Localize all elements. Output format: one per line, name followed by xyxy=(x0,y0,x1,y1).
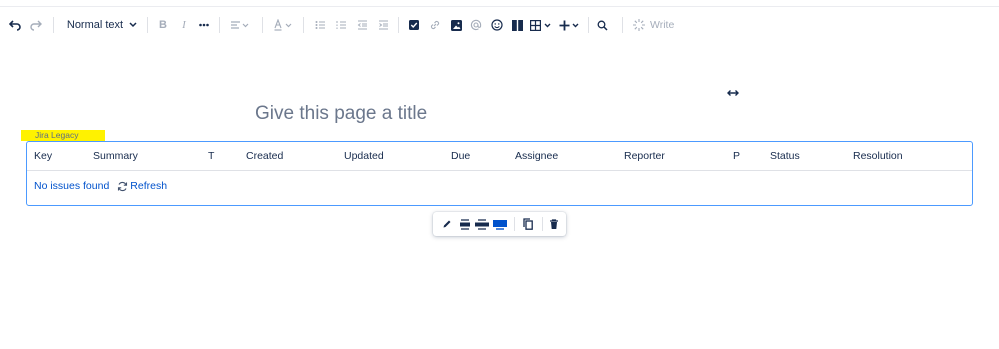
toolbar-separator xyxy=(622,17,623,33)
mention-icon[interactable] xyxy=(469,14,483,36)
expand-width-icon[interactable] xyxy=(725,86,741,98)
edit-icon[interactable] xyxy=(439,216,455,232)
layout-icon[interactable] xyxy=(510,14,524,36)
text-color-icon[interactable] xyxy=(272,14,294,36)
page-title-input[interactable]: Give this page a title xyxy=(255,103,427,125)
delete-icon[interactable] xyxy=(546,216,562,232)
column-header-reporter: Reporter xyxy=(624,150,665,162)
top-border xyxy=(0,6,999,7)
column-header-key: Key xyxy=(34,150,53,162)
refresh-link[interactable]: Refresh xyxy=(117,180,167,192)
column-header-created: Created xyxy=(246,150,284,162)
toolbar-separator xyxy=(262,17,263,33)
outdent-icon[interactable] xyxy=(355,14,369,36)
emoji-icon[interactable] xyxy=(490,14,504,36)
write-button[interactable]: Write xyxy=(632,14,680,36)
toolbar-separator xyxy=(219,17,220,33)
align-center-icon[interactable] xyxy=(457,216,473,232)
toolbar-separator xyxy=(588,17,589,33)
task-icon[interactable] xyxy=(407,14,421,36)
indent-icon[interactable] xyxy=(376,14,390,36)
macro-floating-toolbar xyxy=(433,212,566,236)
column-header-updated: Updated xyxy=(344,150,384,162)
column-header-summary: Summary xyxy=(93,150,138,162)
toolbar-separator xyxy=(398,17,399,33)
column-header-assignee: Assignee xyxy=(515,150,559,162)
text-style-dropdown[interactable]: Normal text xyxy=(66,14,138,36)
column-header-due: Due xyxy=(451,150,471,162)
refresh-icon xyxy=(118,181,128,191)
floating-toolbar-separator xyxy=(514,217,515,231)
chevron-down-icon xyxy=(129,22,137,28)
more-icon[interactable] xyxy=(197,14,211,36)
numbered-list-icon[interactable] xyxy=(334,14,348,36)
table-header: Key Summary T Created Updated Due Assign… xyxy=(27,142,972,171)
macro-label: Jira Legacy xyxy=(21,130,105,141)
undo-icon[interactable] xyxy=(7,14,23,36)
toolbar-separator xyxy=(303,17,304,33)
editor-toolbar: Normal text B I Write xyxy=(0,14,999,36)
search-icon[interactable] xyxy=(595,14,609,36)
align-icon[interactable] xyxy=(229,14,251,36)
column-header-type: T xyxy=(208,150,215,162)
table-icon[interactable] xyxy=(529,14,553,36)
column-header-status: Status xyxy=(770,150,800,162)
column-header-priority: P xyxy=(733,150,741,162)
link-icon[interactable] xyxy=(428,14,442,36)
jira-legacy-macro[interactable]: Key Summary T Created Updated Due Assign… xyxy=(26,141,973,206)
image-icon[interactable] xyxy=(449,14,463,36)
copy-icon[interactable] xyxy=(520,216,536,232)
ai-write-icon xyxy=(633,19,645,31)
bold-icon[interactable]: B xyxy=(156,14,170,36)
full-width-icon[interactable] xyxy=(492,216,508,232)
redo-icon[interactable] xyxy=(28,14,44,36)
insert-icon[interactable] xyxy=(558,14,582,36)
wide-icon[interactable] xyxy=(474,216,490,232)
empty-state-row: No issues found Refresh xyxy=(34,180,167,192)
toolbar-separator xyxy=(53,17,54,33)
text-style-label: Normal text xyxy=(66,19,124,31)
write-label: Write xyxy=(650,19,675,31)
bullet-list-icon[interactable] xyxy=(313,14,327,36)
italic-icon[interactable]: I xyxy=(177,14,191,36)
refresh-label: Refresh xyxy=(130,180,168,192)
column-header-resolution: Resolution xyxy=(853,150,903,162)
toolbar-separator xyxy=(147,17,148,33)
empty-message: No issues found xyxy=(34,180,110,192)
floating-toolbar-separator xyxy=(542,217,543,231)
